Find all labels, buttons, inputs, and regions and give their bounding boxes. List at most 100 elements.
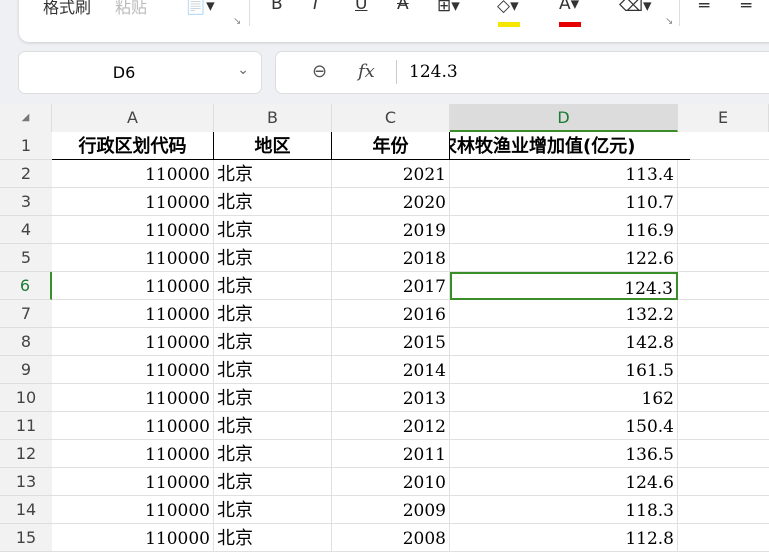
table-cell[interactable]: 136.5 [450, 440, 678, 468]
table-cell[interactable]: 2020 [332, 188, 450, 216]
row-header-8[interactable]: 8 [0, 328, 52, 356]
table-cell[interactable]: 132.2 [450, 300, 678, 328]
row-header-9[interactable]: 9 [0, 356, 52, 384]
paste-options-icon[interactable]: 📄▾ [185, 0, 215, 16]
table-cell[interactable]: 110000 [52, 300, 214, 328]
dialog-launcher-icon[interactable]: ↘ [665, 16, 673, 27]
table-cell[interactable]: 北京 [214, 384, 332, 412]
empty-cell[interactable] [678, 216, 769, 244]
table-cell[interactable]: 110000 [52, 412, 214, 440]
table-cell[interactable]: 2010 [332, 468, 450, 496]
row-header-2[interactable]: 2 [0, 160, 52, 188]
format-painter-button[interactable]: 格式刷 [43, 0, 91, 18]
empty-cell[interactable] [678, 440, 769, 468]
row-header-11[interactable]: 11 [0, 412, 52, 440]
formula-input[interactable]: 124.3 [409, 62, 458, 82]
table-cell[interactable]: 北京 [214, 524, 332, 552]
row-header-6[interactable]: 6 [0, 272, 52, 300]
row-header-3[interactable]: 3 [0, 188, 52, 216]
table-cell[interactable]: 122.6 [450, 244, 678, 272]
row-header-4[interactable]: 4 [0, 216, 52, 244]
table-cell[interactable]: 北京 [214, 468, 332, 496]
empty-cell[interactable] [678, 384, 769, 412]
table-cell[interactable]: 110000 [52, 356, 214, 384]
table-cell[interactable]: 2009 [332, 496, 450, 524]
table-cell[interactable]: 124.6 [450, 468, 678, 496]
table-cell[interactable]: 2014 [332, 356, 450, 384]
empty-cell[interactable] [678, 356, 769, 384]
table-cell[interactable]: 150.4 [450, 412, 678, 440]
table-cell[interactable]: 110000 [52, 328, 214, 356]
selected-cell[interactable]: 124.3 [450, 272, 678, 300]
empty-cell[interactable] [678, 412, 769, 440]
column-header-A[interactable]: A [52, 104, 214, 132]
empty-cell[interactable] [678, 272, 769, 300]
table-cell[interactable]: 2013 [332, 384, 450, 412]
table-cell[interactable]: 北京 [214, 244, 332, 272]
table-cell[interactable]: 161.5 [450, 356, 678, 384]
row-header-1[interactable]: 1 [0, 132, 52, 160]
table-cell[interactable]: 2016 [332, 300, 450, 328]
table-cell[interactable]: 2012 [332, 412, 450, 440]
table-cell[interactable]: 110000 [52, 216, 214, 244]
select-all-button[interactable]: ◢ [0, 104, 52, 132]
row-header-10[interactable]: 10 [0, 384, 52, 412]
table-cell[interactable]: 北京 [214, 300, 332, 328]
formula-bar[interactable]: ⊖ fx 124.3 [276, 52, 769, 93]
table-cell[interactable]: 110.7 [450, 188, 678, 216]
column-header-C[interactable]: C [332, 104, 450, 132]
table-cell[interactable]: 110000 [52, 440, 214, 468]
table-cell[interactable]: 110000 [52, 272, 214, 300]
table-cell[interactable]: 北京 [214, 328, 332, 356]
table-cell[interactable]: 2021 [332, 160, 450, 188]
table-cell[interactable]: 110000 [52, 188, 214, 216]
empty-cell[interactable] [678, 160, 769, 188]
table-cell[interactable]: 2019 [332, 216, 450, 244]
table-cell[interactable]: 162 [450, 384, 678, 412]
column-header-B[interactable]: B [214, 104, 332, 132]
table-cell[interactable]: 116.9 [450, 216, 678, 244]
bold-button[interactable]: B [271, 0, 283, 14]
table-cell[interactable]: 北京 [214, 356, 332, 384]
table-cell[interactable]: 2008 [332, 524, 450, 552]
underline-button[interactable]: U [355, 0, 367, 14]
table-cell[interactable]: 2017 [332, 272, 450, 300]
paste-button[interactable]: 粘贴 [115, 0, 147, 18]
table-cell[interactable]: 110000 [52, 384, 214, 412]
table-cell[interactable]: 110000 [52, 496, 214, 524]
empty-cell[interactable] [678, 524, 769, 552]
table-cell[interactable]: 北京 [214, 412, 332, 440]
empty-cell[interactable] [678, 468, 769, 496]
align-top-icon[interactable]: ═ [699, 0, 709, 16]
table-cell[interactable]: 北京 [214, 440, 332, 468]
row-header-7[interactable]: 7 [0, 300, 52, 328]
table-cell[interactable]: 110000 [52, 468, 214, 496]
table-cell[interactable]: 2018 [332, 244, 450, 272]
clear-format-icon[interactable]: ⌫▾ [619, 0, 652, 16]
empty-cell[interactable] [678, 300, 769, 328]
function-icon[interactable]: fx [358, 61, 375, 82]
table-cell[interactable]: 北京 [214, 272, 332, 300]
table-cell[interactable]: 2011 [332, 440, 450, 468]
row-header-13[interactable]: 13 [0, 468, 52, 496]
table-cell[interactable]: 110000 [52, 244, 214, 272]
table-cell[interactable]: 110000 [52, 524, 214, 552]
table-cell[interactable]: 118.3 [450, 496, 678, 524]
italic-button[interactable]: I [313, 0, 318, 14]
zoom-formula-icon[interactable]: ⊖ [312, 61, 327, 82]
table-cell[interactable]: 113.4 [450, 160, 678, 188]
chevron-down-icon[interactable]: ⌄ [237, 62, 249, 78]
empty-cell[interactable] [678, 496, 769, 524]
name-box[interactable]: D6 ⌄ [19, 52, 261, 93]
table-cell[interactable]: 北京 [214, 496, 332, 524]
borders-icon[interactable]: ⊞▾ [437, 0, 460, 16]
empty-cell[interactable] [678, 328, 769, 356]
empty-cell[interactable] [678, 244, 769, 272]
column-header-E[interactable]: E [678, 104, 769, 132]
row-header-15[interactable]: 15 [0, 524, 52, 552]
strikethrough-button[interactable]: A [397, 0, 409, 14]
table-cell[interactable]: 2015 [332, 328, 450, 356]
column-header-D[interactable]: D [450, 104, 678, 132]
fill-color-icon[interactable]: ◇▾ [497, 0, 520, 27]
row-header-14[interactable]: 14 [0, 496, 52, 524]
